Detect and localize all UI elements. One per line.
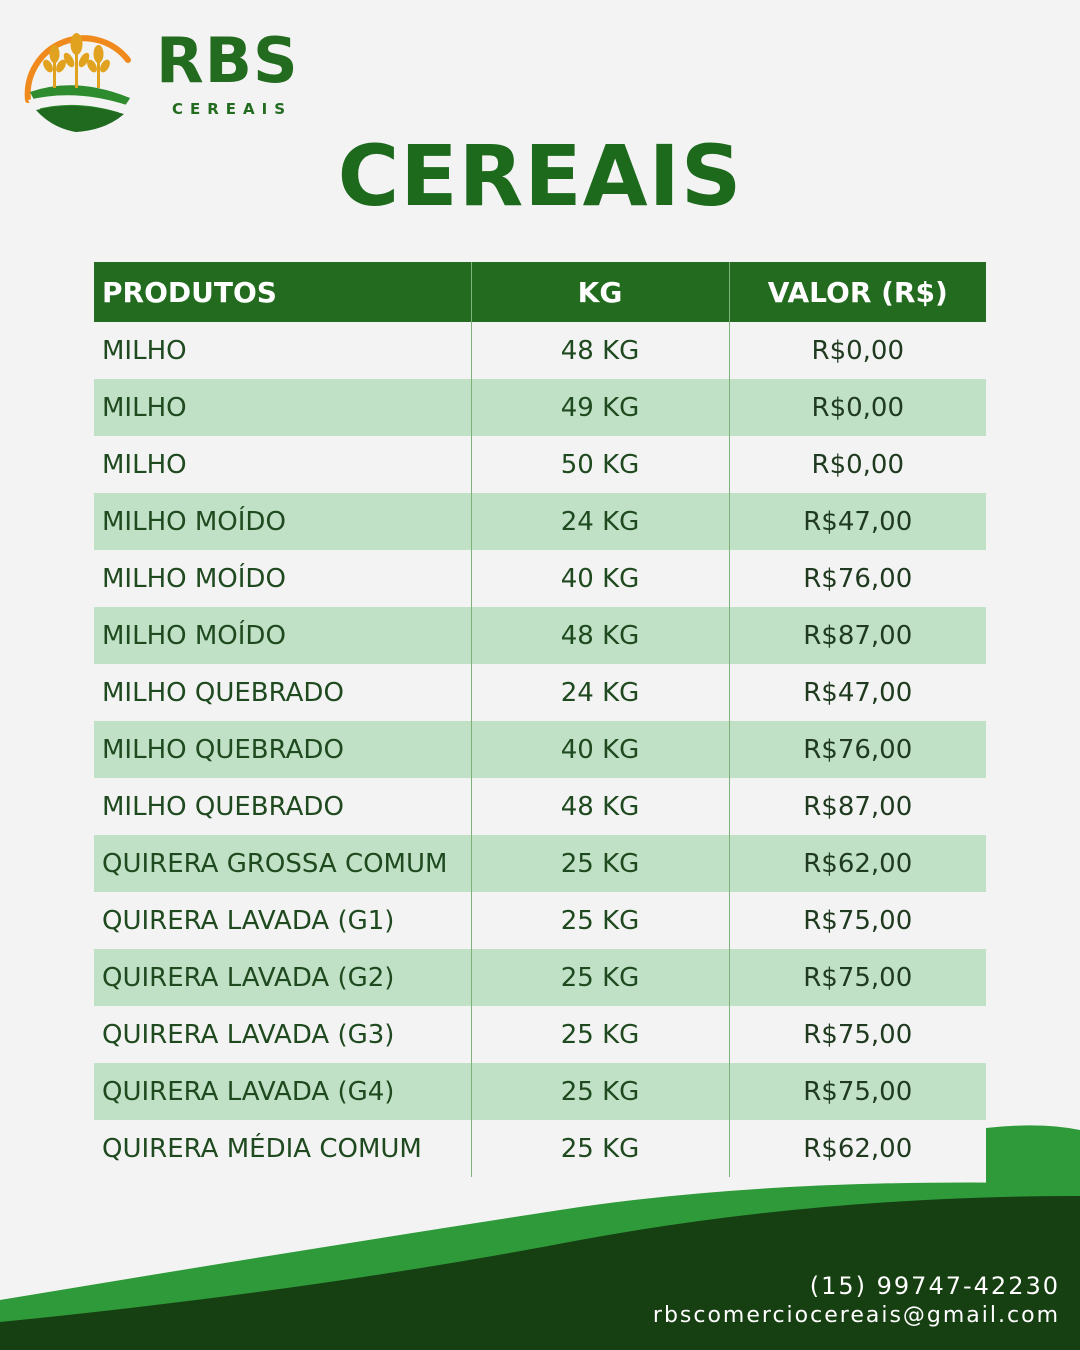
product-cell: QUIRERA LAVADA (G1) bbox=[102, 905, 395, 936]
price-cell: R$76,00 bbox=[728, 721, 986, 778]
header-kg: KG bbox=[470, 262, 729, 322]
table-body: MILHO 48 KG R$0,00 MILHO 49 KG R$0,00 MI… bbox=[94, 322, 986, 1177]
price-cell: R$0,00 bbox=[728, 379, 986, 436]
table-row: QUIRERA GROSSA COMUM 25 KG R$62,00 bbox=[94, 835, 986, 892]
table-header: PRODUTOS KG VALOR (R$) bbox=[94, 262, 986, 322]
table-row: MILHO MOÍDO 40 KG R$76,00 bbox=[94, 550, 986, 607]
brand-name: RBS bbox=[156, 24, 299, 97]
product-cell: MILHO QUEBRADO bbox=[102, 677, 344, 708]
table-row: QUIRERA LAVADA (G1) 25 KG R$75,00 bbox=[94, 892, 986, 949]
weight-cell: 48 KG bbox=[470, 778, 729, 835]
table-row: MILHO MOÍDO 24 KG R$47,00 bbox=[94, 493, 986, 550]
price-cell: R$87,00 bbox=[728, 607, 986, 664]
table-row: MILHO 49 KG R$0,00 bbox=[94, 379, 986, 436]
product-cell: QUIRERA GROSSA COMUM bbox=[94, 835, 471, 892]
contact-email[interactable]: rbscomerciocereais@gmail.com bbox=[653, 1303, 1060, 1328]
header-produtos: PRODUTOS bbox=[94, 262, 471, 322]
brand-logo: RBS CEREAIS bbox=[16, 14, 316, 134]
price-cell: R$87,00 bbox=[728, 778, 986, 835]
weight-cell: 25 KG bbox=[470, 1006, 729, 1063]
price-cell: R$62,00 bbox=[728, 835, 986, 892]
product-cell: QUIRERA LAVADA (G2) bbox=[94, 949, 471, 1006]
product-cell: MILHO bbox=[102, 335, 187, 366]
price-cell: R$47,00 bbox=[728, 493, 986, 550]
weight-cell: 25 KG bbox=[470, 892, 729, 949]
price-table: PRODUTOS KG VALOR (R$) MILHO 48 KG R$0,0… bbox=[94, 262, 986, 1177]
weight-cell: 24 KG bbox=[470, 493, 729, 550]
product-cell: MILHO MOÍDO bbox=[94, 493, 471, 550]
weight-cell: 25 KG bbox=[470, 835, 729, 892]
weight-cell: 24 KG bbox=[470, 664, 729, 721]
table-row: MILHO QUEBRADO 48 KG R$87,00 bbox=[94, 778, 986, 835]
brand-subtitle: CEREAIS bbox=[172, 100, 293, 118]
contact-phone[interactable]: (15) 99747-42230 bbox=[810, 1272, 1060, 1300]
product-cell: MILHO QUEBRADO bbox=[102, 791, 344, 822]
price-cell: R$75,00 bbox=[728, 949, 986, 1006]
weight-cell: 49 KG bbox=[470, 379, 729, 436]
product-cell: MILHO bbox=[102, 449, 187, 480]
weight-cell: 50 KG bbox=[470, 436, 729, 493]
product-cell: MILHO MOÍDO bbox=[94, 607, 471, 664]
wheat-field-logo-icon bbox=[24, 33, 131, 132]
price-cell: R$47,00 bbox=[728, 664, 986, 721]
price-cell: R$76,00 bbox=[728, 550, 986, 607]
weight-cell: 48 KG bbox=[470, 322, 729, 379]
product-cell: MILHO MOÍDO bbox=[102, 563, 286, 594]
table-row: QUIRERA LAVADA (G2) 25 KG R$75,00 bbox=[94, 949, 986, 1006]
table-row: MILHO 48 KG R$0,00 bbox=[94, 322, 986, 379]
table-row: MILHO MOÍDO 48 KG R$87,00 bbox=[94, 607, 986, 664]
weight-cell: 40 KG bbox=[470, 721, 729, 778]
product-cell: MILHO bbox=[94, 379, 471, 436]
header-valor: VALOR (R$) bbox=[728, 262, 986, 322]
product-cell: QUIRERA LAVADA (G3) bbox=[102, 1019, 395, 1050]
weight-cell: 40 KG bbox=[470, 550, 729, 607]
table-row: MILHO 50 KG R$0,00 bbox=[94, 436, 986, 493]
page-title: CEREAIS bbox=[337, 127, 743, 225]
weight-cell: 25 KG bbox=[470, 949, 729, 1006]
price-cell: R$75,00 bbox=[728, 1006, 986, 1063]
weight-cell: 48 KG bbox=[470, 607, 729, 664]
price-cell: R$0,00 bbox=[728, 436, 986, 493]
table-row: QUIRERA LAVADA (G3) 25 KG R$75,00 bbox=[94, 1006, 986, 1063]
product-cell: MILHO QUEBRADO bbox=[94, 721, 471, 778]
price-cell: R$75,00 bbox=[728, 892, 986, 949]
table-row: MILHO QUEBRADO 40 KG R$76,00 bbox=[94, 721, 986, 778]
table-row: MILHO QUEBRADO 24 KG R$47,00 bbox=[94, 664, 986, 721]
price-cell: R$0,00 bbox=[728, 322, 986, 379]
